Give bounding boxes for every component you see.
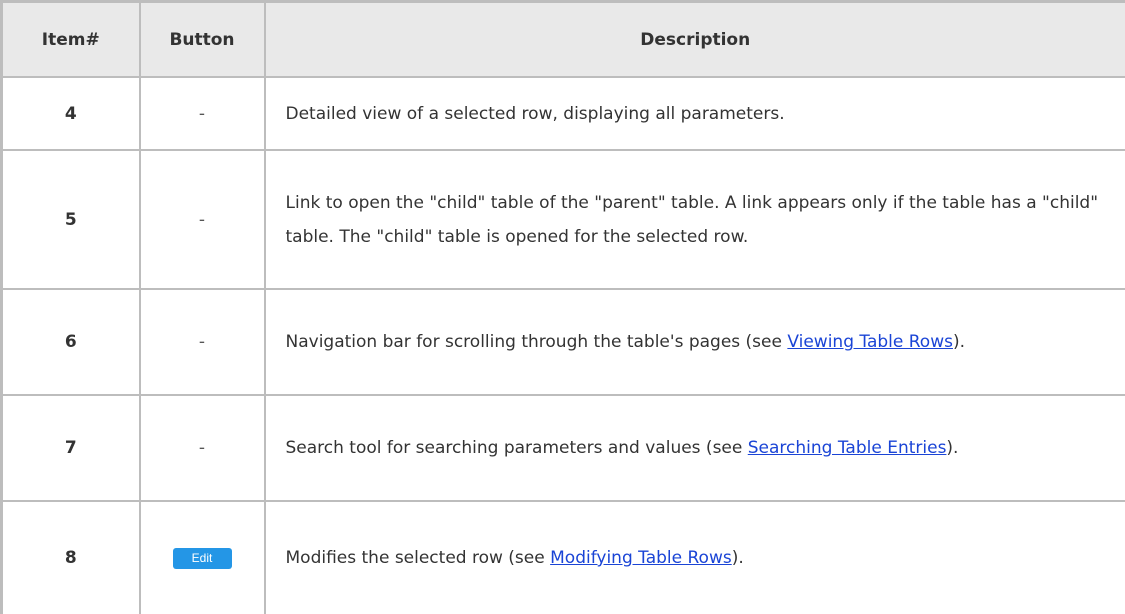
description-text-after: ).	[946, 438, 958, 458]
description-text-after: ).	[732, 548, 744, 568]
description-cell: Navigation bar for scrolling through the…	[265, 289, 1125, 395]
description-text: Detailed view of a selected row, display…	[286, 104, 785, 124]
description-text-after: ).	[953, 332, 965, 352]
item-number: 6	[2, 289, 140, 395]
description-text: Modifies the selected row (see	[286, 548, 551, 568]
button-cell: -	[140, 395, 265, 501]
table-row: 7 - Search tool for searching parameters…	[2, 395, 1125, 501]
table-row: 5 - Link to open the "child" table of th…	[2, 150, 1125, 289]
modifying-table-rows-link[interactable]: Modifying Table Rows	[550, 548, 732, 568]
edit-button[interactable]: Edit	[173, 548, 232, 569]
description-cell: Modifies the selected row (see Modifying…	[265, 501, 1125, 614]
description-text: Link to open the "child" table of the "p…	[286, 193, 1099, 247]
button-cell: -	[140, 77, 265, 150]
header-button: Button	[140, 2, 265, 78]
table-row: 6 - Navigation bar for scrolling through…	[2, 289, 1125, 395]
table-row: 8 Edit Modifies the selected row (see Mo…	[2, 501, 1125, 614]
item-number: 5	[2, 150, 140, 289]
searching-table-entries-link[interactable]: Searching Table Entries	[748, 438, 947, 458]
header-description: Description	[265, 2, 1125, 78]
table-header-row: Item# Button Description	[2, 2, 1125, 78]
description-text: Navigation bar for scrolling through the…	[286, 332, 788, 352]
description-cell: Search tool for searching parameters and…	[265, 395, 1125, 501]
button-cell: -	[140, 289, 265, 395]
button-cell: Edit	[140, 501, 265, 614]
description-cell: Detailed view of a selected row, display…	[265, 77, 1125, 150]
button-description-table: Item# Button Description 4 - Detailed vi…	[0, 0, 1125, 614]
button-cell: -	[140, 150, 265, 289]
header-item: Item#	[2, 2, 140, 78]
description-text: Search tool for searching parameters and…	[286, 438, 748, 458]
viewing-table-rows-link[interactable]: Viewing Table Rows	[787, 332, 953, 352]
item-number: 4	[2, 77, 140, 150]
item-number: 7	[2, 395, 140, 501]
description-cell: Link to open the "child" table of the "p…	[265, 150, 1125, 289]
item-number: 8	[2, 501, 140, 614]
table-row: 4 - Detailed view of a selected row, dis…	[2, 77, 1125, 150]
